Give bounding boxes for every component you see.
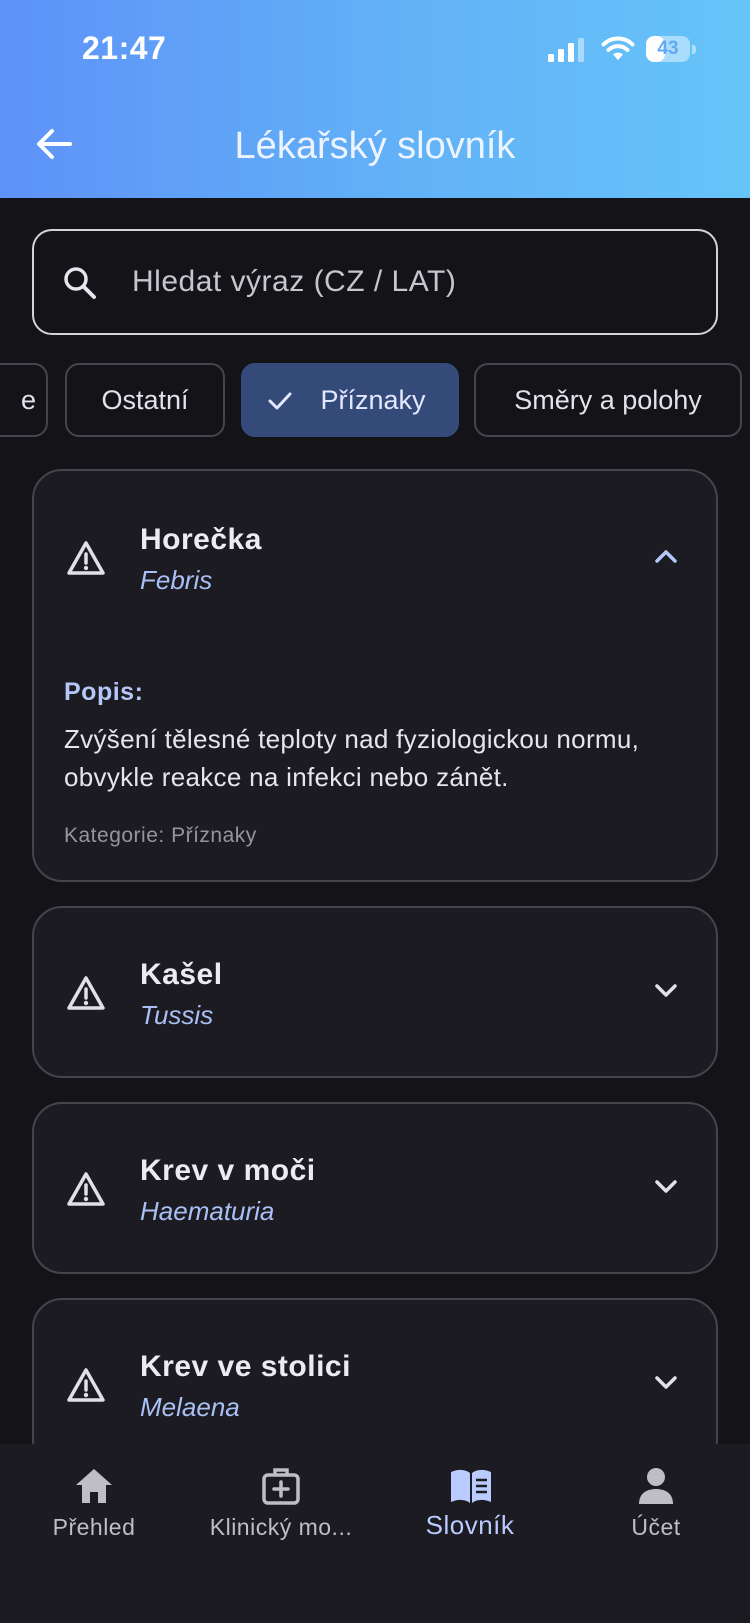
book-icon	[451, 1469, 491, 1503]
cellular-signal-icon	[548, 38, 584, 62]
entry-card-horecka[interactable]: Horečka Febris Popis: Zvýšení tělesné te…	[32, 469, 718, 882]
category-label: Kategorie: Příznaky	[64, 824, 257, 847]
check-icon	[268, 392, 292, 410]
nav-item-ucet[interactable]: Účet	[596, 1444, 716, 1554]
entry-latin-name: Melaena	[140, 1392, 240, 1422]
chip-ostatni[interactable]: Ostatní	[65, 363, 225, 437]
status-time: 21:47	[82, 30, 167, 66]
chip-label: e	[20, 385, 36, 415]
warning-icon	[67, 541, 105, 575]
search-box[interactable]	[32, 229, 718, 335]
entry-card-kasel[interactable]: Kašel Tussis	[32, 906, 718, 1078]
wifi-icon	[601, 36, 635, 60]
search-icon	[64, 267, 96, 299]
chip-priznaky[interactable]: Příznaky	[241, 363, 459, 437]
home-icon	[76, 1469, 112, 1503]
entry-latin-name: Haematuria	[140, 1196, 275, 1226]
chevron-down-icon[interactable]	[650, 1171, 682, 1203]
entry-latin-name: Febris	[140, 565, 213, 595]
chevron-up-icon[interactable]	[650, 540, 682, 572]
warning-icon	[67, 1172, 105, 1206]
entry-title: Krev ve stolici	[140, 1350, 351, 1383]
chip-smery-a-polohy[interactable]: Směry a polohy	[474, 363, 742, 437]
chevron-down-icon[interactable]	[650, 975, 682, 1007]
nav-label: Přehled	[52, 1514, 136, 1540]
search-input[interactable]	[132, 253, 692, 311]
entry-title: Horečka	[140, 523, 262, 556]
page-title: Lékařský slovník	[234, 125, 516, 167]
nav-label: Slovník	[425, 1510, 515, 1540]
chip-label: Směry a polohy	[514, 385, 702, 415]
chevron-down-icon[interactable]	[650, 1367, 682, 1399]
description-label: Popis:	[64, 678, 144, 706]
chip-label: Ostatní	[101, 385, 189, 415]
medical-kit-icon	[262, 1468, 300, 1505]
status-bar: 21:47 43	[0, 0, 750, 100]
entry-title: Krev v moči	[140, 1154, 316, 1187]
entry-card-krev-v-moci[interactable]: Krev v moči Haematuria	[32, 1102, 718, 1274]
bottom-navigation-bar: Přehled Klinický mo... Slovník Účet	[0, 1444, 750, 1623]
person-icon	[639, 1468, 673, 1504]
battery-icon: 43	[646, 36, 696, 62]
warning-icon	[67, 976, 105, 1010]
nav-label: Účet	[631, 1514, 681, 1540]
nav-item-prehled[interactable]: Přehled	[30, 1444, 158, 1554]
description-text: Zvýšení tělesné teploty nad fyziologicko…	[64, 724, 640, 792]
chip-partial[interactable]: e	[0, 363, 48, 437]
warning-icon	[67, 1368, 105, 1402]
nav-item-klinicky[interactable]: Klinický mo...	[192, 1444, 370, 1554]
entry-latin-name: Tussis	[140, 1000, 214, 1030]
nav-item-slovnik[interactable]: Slovník	[408, 1444, 532, 1554]
battery-percent: 43	[657, 38, 679, 59]
chip-label: Příznaky	[320, 385, 426, 415]
nav-label: Klinický mo...	[209, 1514, 353, 1540]
category-filter-chips: e Ostatní Příznaky Směry a polohy	[0, 363, 750, 437]
app-header: 21:47 43 Lékařský slovník	[0, 0, 750, 198]
entry-title: Kašel	[140, 958, 223, 991]
